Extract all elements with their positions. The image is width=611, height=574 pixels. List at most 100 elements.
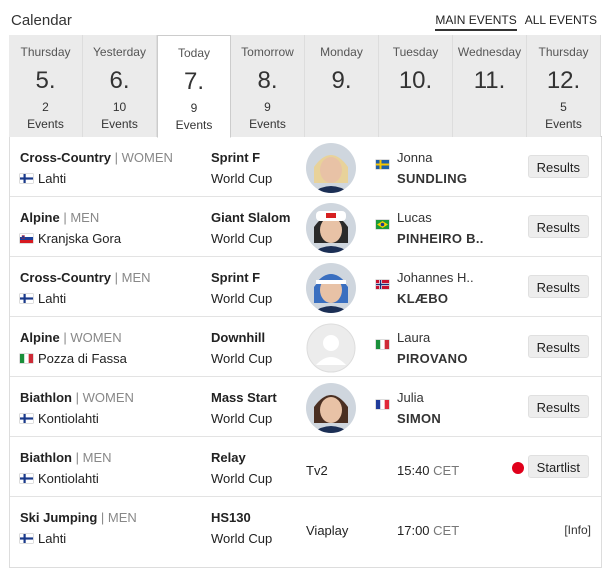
day-name: Wednesday (457, 45, 522, 59)
event-name: Downhill (211, 330, 266, 345)
event-name: Mass Start (211, 390, 277, 405)
athlete-photo (306, 143, 356, 193)
day-events-label: Events (175, 118, 213, 132)
venue: Lahti (20, 171, 66, 186)
day-name: Thursday (20, 45, 71, 59)
day-number: 8. (257, 67, 278, 94)
day-name: Monday (320, 45, 363, 59)
country-flag-icon (20, 351, 33, 366)
competition-name: World Cup (211, 531, 273, 546)
event-name: Relay (211, 450, 246, 465)
tv-channel: Tv2 (306, 463, 328, 478)
discipline: Biathlon | WOMEN (20, 390, 134, 405)
country-flag-icon (20, 231, 33, 246)
event-row[interactable]: Alpine | WOMEN Pozza di Fassa Downhill W… (10, 317, 601, 377)
discipline: Cross-Country | WOMEN (20, 150, 173, 165)
filter-main-events[interactable]: MAIN EVENTS (435, 13, 517, 31)
venue: Kontiolahti (20, 471, 99, 486)
day-tab-4[interactable]: Monday 9. (305, 35, 379, 137)
athlete-first-name: Johannes H.. (397, 270, 474, 285)
day-tab-7[interactable]: Thursday 12. 5 Events (527, 35, 601, 137)
athlete-flag-icon (376, 216, 389, 229)
tv-channel: Viaplay (306, 523, 349, 538)
start-time: 17:00 CET (397, 523, 460, 538)
event-name: Sprint F (211, 270, 261, 285)
day-name: Tuesday (392, 45, 439, 59)
event-list: Cross-Country | WOMEN Lahti Sprint F Wor… (9, 137, 602, 568)
athlete-photo (306, 203, 356, 253)
day-number: 6. (109, 67, 130, 94)
day-tab-2[interactable]: Today 7. 9 Events (157, 35, 231, 138)
day-tab-6[interactable]: Wednesday 11. (453, 35, 527, 137)
country-flag-icon (20, 531, 33, 546)
day-name: Thursday (538, 45, 589, 59)
event-row[interactable]: Biathlon | MEN Kontiolahti Relay World C… (10, 437, 601, 497)
event-filters: MAIN EVENTS ALL EVENTS (435, 13, 597, 31)
results-button[interactable]: Results (527, 155, 589, 178)
athlete-first-name: Jonna (397, 150, 433, 165)
event-row[interactable]: Biathlon | WOMEN Kontiolahti Mass Start … (10, 377, 601, 437)
event-row[interactable]: Alpine | MEN Kranjska Gora Giant Slalom … (10, 197, 601, 257)
day-name: Today (177, 46, 211, 60)
day-number: 10. (398, 67, 433, 94)
day-tab-0[interactable]: Thursday 5. 2 Events (9, 35, 83, 137)
startlist-button[interactable]: Startlist (527, 455, 589, 478)
competition-name: World Cup (211, 291, 273, 306)
venue: Lahti (20, 531, 66, 546)
athlete-first-name: Laura (397, 330, 431, 345)
venue: Kranjska Gora (20, 231, 121, 246)
discipline: Alpine | MEN (20, 210, 100, 225)
day-tab-3[interactable]: Tomorrow 8. 9 Events (231, 35, 305, 137)
day-name: Tomorrow (241, 45, 294, 59)
discipline: Ski Jumping | MEN (20, 510, 137, 525)
day-events-label: Events (101, 117, 138, 131)
filter-all-events[interactable]: ALL EVENTS (525, 13, 597, 31)
day-event-count: 9 (190, 101, 198, 115)
discipline: Cross-Country | MEN (20, 270, 151, 285)
athlete-flag-icon (376, 276, 389, 289)
athlete-photo (306, 323, 356, 373)
event-name: Giant Slalom (211, 210, 291, 225)
event-row[interactable]: Cross-Country | WOMEN Lahti Sprint F Wor… (10, 137, 601, 197)
competition-name: World Cup (211, 471, 273, 486)
start-time: 15:40 CET (397, 463, 460, 478)
results-button[interactable]: Results (527, 335, 589, 358)
discipline: Biathlon | MEN (20, 450, 112, 465)
day-events-label: Events (249, 117, 286, 131)
day-events-label: Events (545, 117, 582, 131)
results-button[interactable]: Results (527, 395, 589, 418)
event-row[interactable]: Cross-Country | MEN Lahti Sprint F World… (10, 257, 601, 317)
day-tab-5[interactable]: Tuesday 10. (379, 35, 453, 137)
info-link[interactable]: [Info] (564, 523, 591, 537)
day-event-count: 2 (42, 100, 49, 114)
athlete-photo (306, 263, 356, 313)
day-number: 7. (183, 68, 204, 95)
day-number: 9. (331, 67, 352, 94)
day-tab-1[interactable]: Yesterday 6. 10 Events (83, 35, 157, 137)
competition-name: World Cup (211, 411, 273, 426)
event-name: HS130 (211, 510, 251, 525)
athlete-last-name: SUNDLING (397, 171, 468, 186)
athlete-last-name: KLÆBO (397, 291, 449, 306)
athlete-first-name: Julia (397, 390, 424, 405)
day-tabs: Thursday 5. 2 Events Yesterday 6. 10 Eve… (9, 35, 602, 138)
venue: Kontiolahti (20, 411, 99, 426)
results-button[interactable]: Results (527, 275, 589, 298)
day-name: Yesterday (93, 45, 146, 59)
country-flag-icon (20, 171, 33, 186)
athlete-last-name: PIROVANO (397, 351, 468, 366)
event-row[interactable]: Ski Jumping | MEN Lahti HS130 World Cup V… (10, 497, 601, 557)
calendar-header: Calendar MAIN EVENTS ALL EVENTS (0, 0, 611, 34)
day-number: 5. (35, 67, 56, 94)
venue: Pozza di Fassa (20, 351, 127, 366)
day-event-count: 5 (560, 100, 567, 114)
country-flag-icon (20, 471, 33, 486)
athlete-last-name: SIMON (397, 411, 442, 426)
competition-name: World Cup (211, 351, 273, 366)
results-button[interactable]: Results (527, 215, 589, 238)
competition-name: World Cup (211, 171, 273, 186)
live-indicator-icon (512, 462, 524, 474)
discipline: Alpine | WOMEN (20, 330, 122, 345)
country-flag-icon (20, 291, 33, 306)
country-flag-icon (20, 411, 33, 426)
